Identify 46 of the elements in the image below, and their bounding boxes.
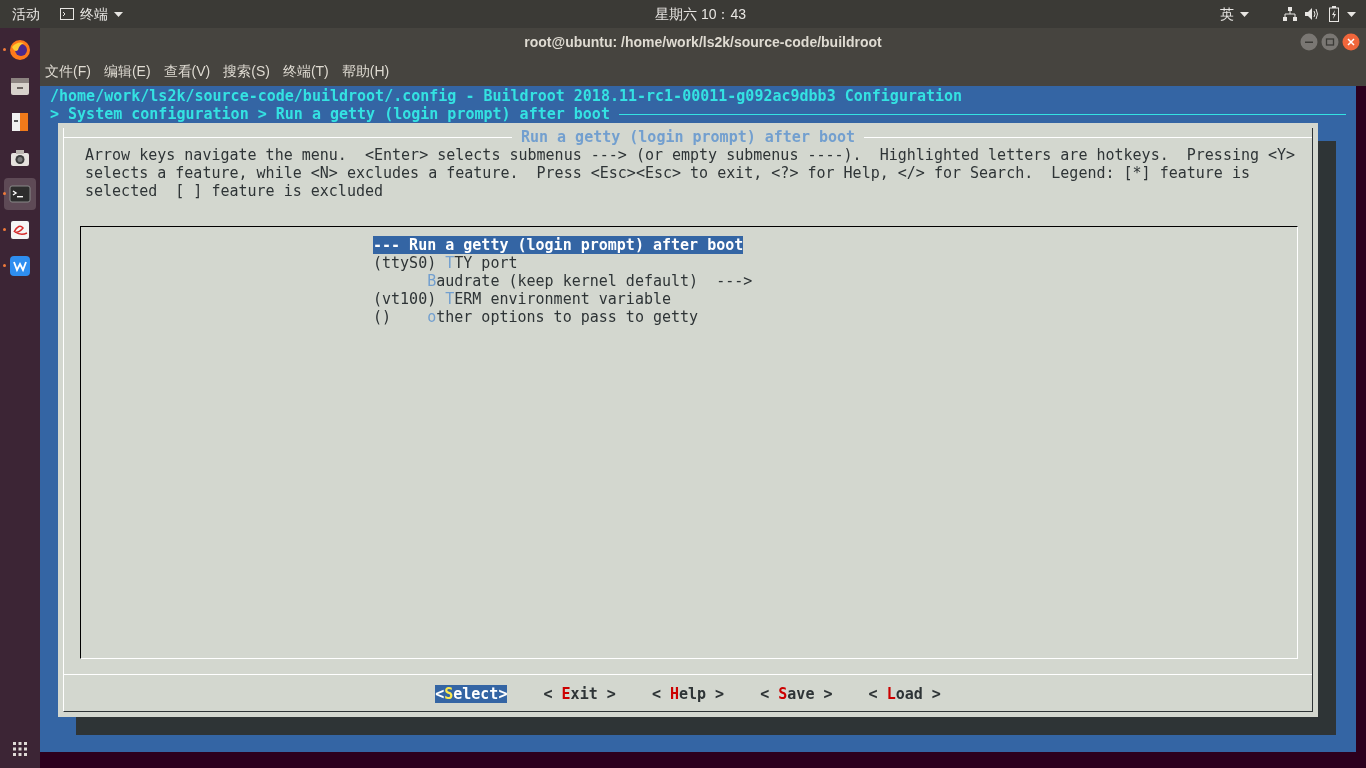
menu-item[interactable]: 终端(T) (282, 60, 329, 82)
dialog-title: Run a getty (login prompt) after boot (519, 128, 857, 146)
menu-entry[interactable]: (ttyS0) TTY port (373, 254, 518, 272)
config-header: /home/work/ls2k/source-code/buildroot/.config - Buildroot 2018.11-rc1-00011-g092ac9dbb3 Configuration (50, 87, 964, 105)
running-indicator (3, 48, 6, 51)
menu-entry[interactable]: () other options to pass to getty (373, 308, 699, 326)
dialog-button[interactable]: < Help > (651, 685, 725, 703)
dialog-button[interactable]: < Save > (760, 685, 833, 703)
close-button[interactable] (1342, 33, 1360, 51)
app-grid-icon[interactable] (13, 742, 27, 756)
file-cabinet-icon (9, 75, 31, 97)
running-indicator (3, 264, 6, 267)
clock[interactable]: 星期六 10：43 (655, 3, 747, 25)
caret-icon (1240, 11, 1249, 17)
browser-icon (9, 39, 31, 61)
running-indicator (3, 228, 6, 231)
scribble-icon (9, 219, 31, 241)
document-icon (9, 111, 31, 133)
letter-w-icon (9, 255, 31, 277)
volume-icon[interactable] (1305, 7, 1321, 21)
terminal-icon (9, 183, 31, 205)
menu-entry[interactable]: (vt100) TERM environment variable (373, 290, 672, 308)
dialog-button[interactable]: < Load > (868, 685, 941, 703)
menu-entry[interactable]: --- Run a getty (login prompt) after boot (373, 236, 744, 254)
app-menu[interactable]: 终端 (60, 3, 123, 25)
running-indicator (3, 192, 6, 195)
minimize-button[interactable] (1300, 33, 1318, 51)
menu-entry[interactable]: Baudrate (keep kernel default) ---> (427, 272, 753, 290)
terminal-icon (60, 8, 74, 20)
input-method-menu[interactable]: 英 (1220, 3, 1249, 25)
network-icon[interactable] (1283, 7, 1297, 21)
battery-icon[interactable] (1329, 6, 1339, 22)
window-title: root@ubuntu: /home/work/ls2k/source-code/buildroot (524, 32, 882, 52)
menu-item[interactable]: 帮助(H) (341, 60, 390, 82)
caret-icon (114, 11, 123, 17)
caret-icon[interactable] (1347, 11, 1356, 17)
menu-item[interactable]: 搜索(S) (223, 60, 270, 82)
menu-item[interactable]: 编辑(E) (103, 60, 151, 82)
camera-icon (9, 147, 31, 169)
dialog-button[interactable]: < Exit > (543, 685, 616, 703)
dialog-button[interactable]: <Select> (435, 685, 508, 703)
activities-button[interactable]: 活动 (12, 3, 40, 25)
menu-item[interactable]: 文件(F) (45, 60, 91, 82)
breadcrumb: > System configuration > Run a getty (login prompt) after boot (50, 105, 610, 123)
help-text: Arrow keys navigate the menu. <Enter> selects submenus ---> (or empty submenus ----). Highlighted letters are hotkeys. Pressing <Y> selects a feature, while <N> excludes a feature. Press <Esc><Esc> to exit, <?> for Help, </> for Search. Legend: [*] feature is selected [ ] feature is excluded (85, 146, 1297, 200)
menu-item[interactable]: 查看(V) (163, 60, 211, 82)
